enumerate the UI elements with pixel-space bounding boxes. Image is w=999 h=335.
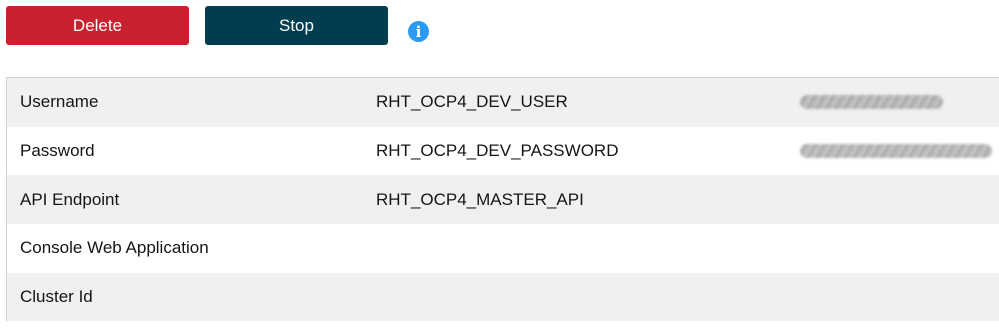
lab-environment-panel: Delete Stop i Username RHT_OCP4_DEV_USER… [0, 0, 999, 335]
delete-button[interactable]: Delete [6, 6, 189, 45]
redacted-value [800, 144, 992, 159]
table-row: Cluster Id [7, 272, 999, 322]
row-variable: RHT_OCP4_DEV_PASSWORD [376, 141, 619, 161]
table-row: API Endpoint RHT_OCP4_MASTER_API [7, 175, 999, 225]
credentials-table: Username RHT_OCP4_DEV_USER Password RHT_… [6, 77, 999, 322]
row-value-redacted [800, 127, 992, 176]
redacted-value [800, 95, 943, 110]
row-value-redacted [800, 78, 943, 127]
row-variable: RHT_OCP4_DEV_USER [376, 92, 568, 112]
table-row: Password RHT_OCP4_DEV_PASSWORD [7, 127, 999, 176]
action-toolbar: Delete Stop i [6, 6, 429, 45]
info-icon[interactable]: i [408, 21, 429, 42]
table-row: Username RHT_OCP4_DEV_USER [7, 78, 999, 127]
table-row: Console Web Application [7, 224, 999, 273]
stop-button[interactable]: Stop [205, 6, 388, 45]
row-variable: RHT_OCP4_MASTER_API [376, 189, 584, 209]
row-label: Cluster Id [20, 287, 93, 307]
row-label: Username [20, 92, 99, 112]
row-label: API Endpoint [20, 189, 120, 209]
row-label: Password [20, 141, 95, 161]
row-label: Console Web Application [20, 238, 209, 258]
